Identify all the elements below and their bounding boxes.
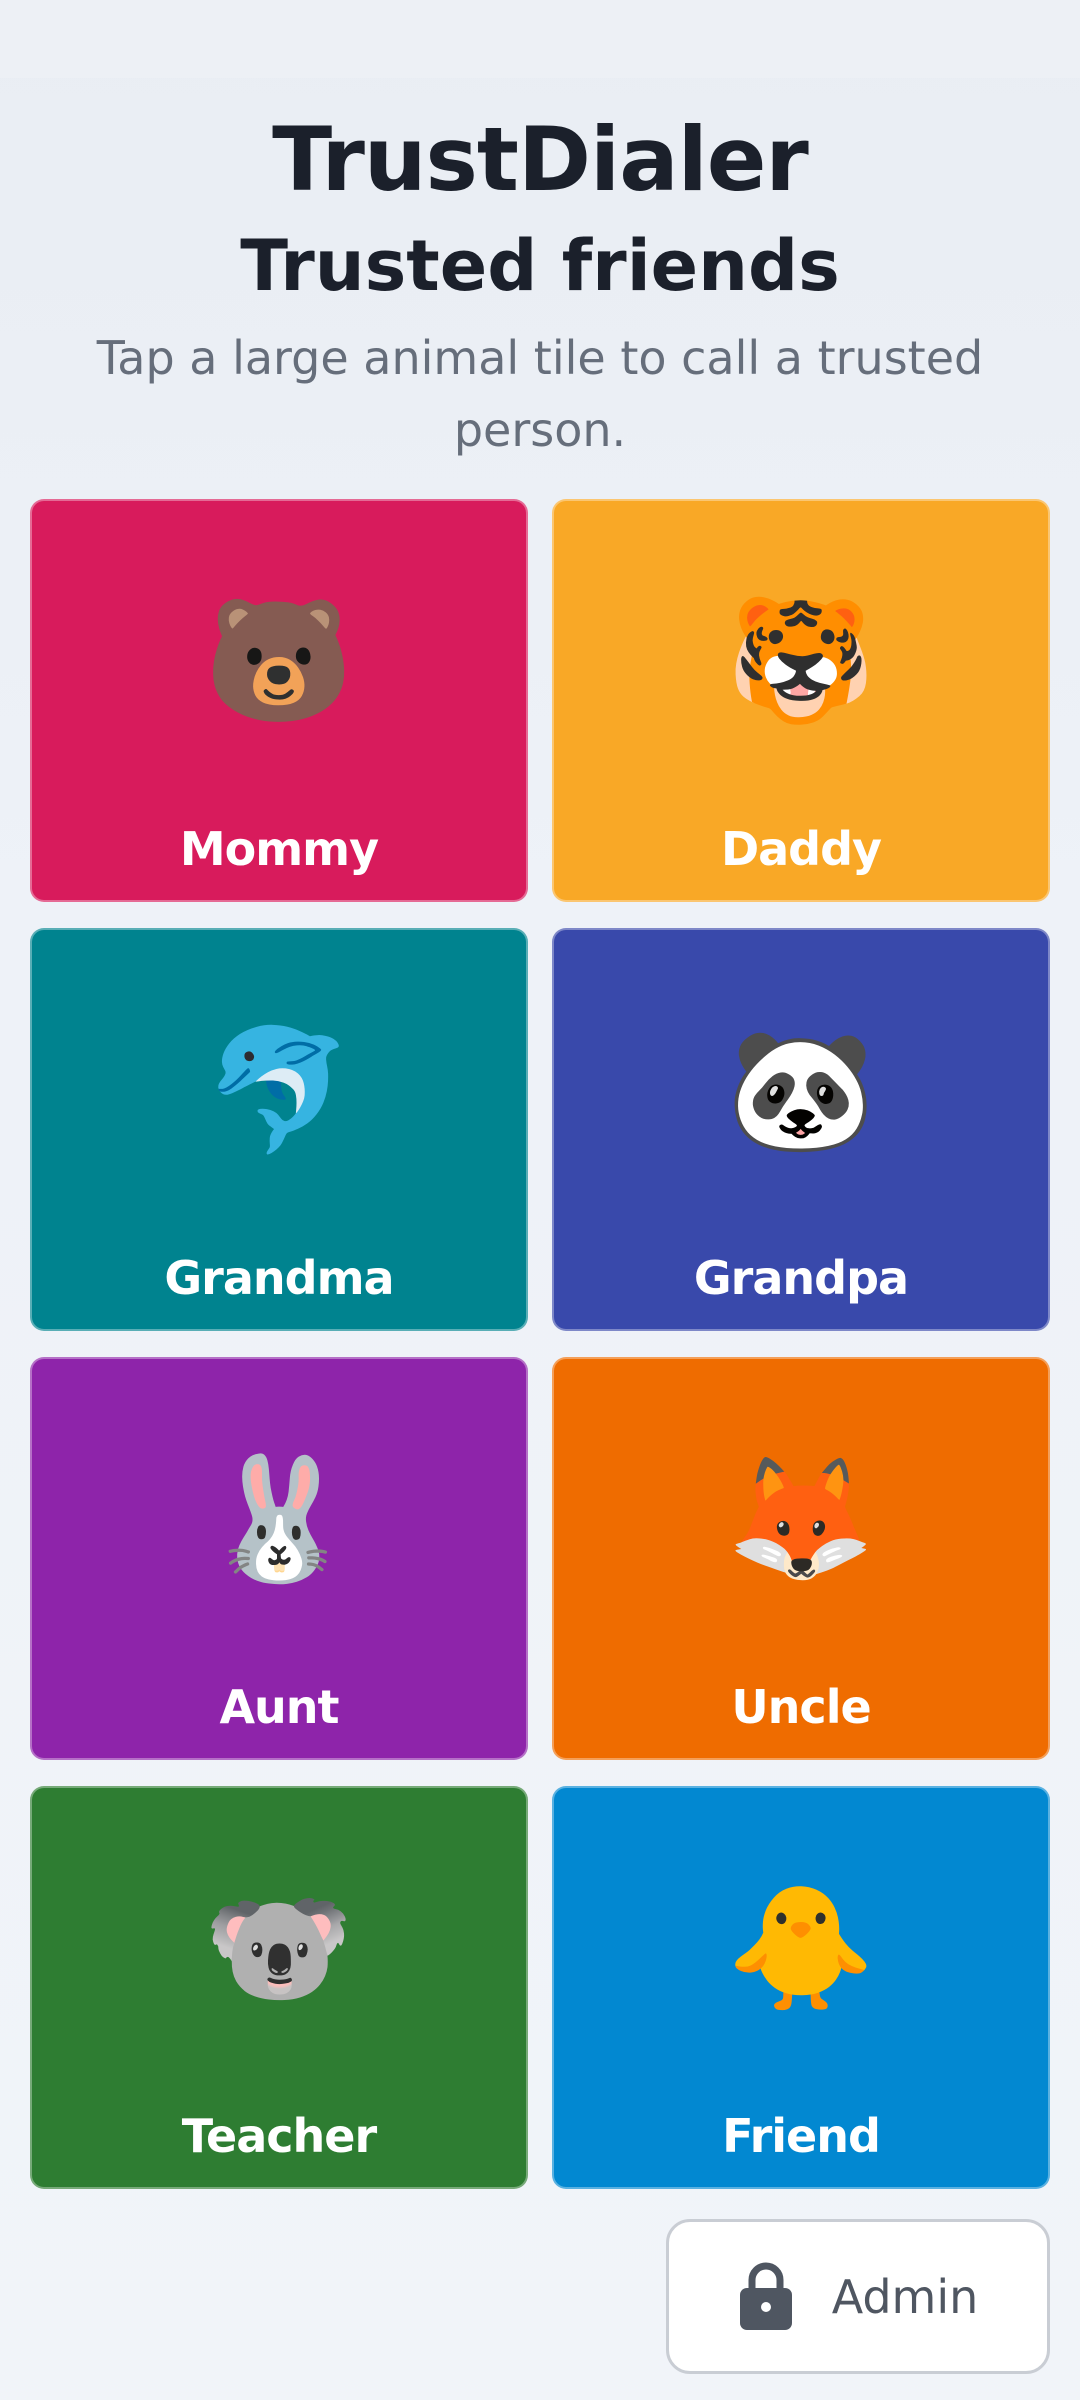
contact-tile-friend[interactable]: 🐥 Friend <box>552 1786 1050 2189</box>
fox-icon: 🦊 <box>726 1452 876 1586</box>
admin-label: Admin <box>831 2269 979 2324</box>
status-bar-area <box>0 0 1080 78</box>
contact-label: Grandma <box>164 1251 394 1305</box>
contact-tile-grandpa[interactable]: 🐼 Grandpa <box>552 928 1050 1331</box>
contact-tile-uncle[interactable]: 🦊 Uncle <box>552 1357 1050 1760</box>
contact-label: Aunt <box>219 1680 339 1734</box>
contact-tile-mommy[interactable]: 🐻 Mommy <box>30 499 528 902</box>
page-subtitle: Trusted friends <box>240 225 840 307</box>
admin-button[interactable]: Admin <box>666 2219 1050 2374</box>
contact-label: Mommy <box>179 822 379 876</box>
rabbit-icon: 🐰 <box>204 1452 354 1586</box>
chick-icon: 🐥 <box>726 1881 876 2015</box>
contact-tile-daddy[interactable]: 🐯 Daddy <box>552 499 1050 902</box>
contact-label: Uncle <box>731 1680 871 1734</box>
header: TrustDialer Trusted friends Tap a large … <box>0 100 1080 466</box>
tiger-icon: 🐯 <box>726 594 876 728</box>
instructions-text: Tap a large animal tile to call a truste… <box>96 331 984 457</box>
contact-label: Friend <box>722 2109 881 2163</box>
lock-icon <box>739 2262 792 2330</box>
contact-label: Teacher <box>181 2109 377 2163</box>
contact-label: Grandpa <box>693 1251 909 1305</box>
contact-tile-aunt[interactable]: 🐰 Aunt <box>30 1357 528 1760</box>
contact-label: Daddy <box>720 822 882 876</box>
bear-icon: 🐻 <box>204 594 354 728</box>
koala-icon: 🐨 <box>204 1881 354 2015</box>
panda-icon: 🐼 <box>726 1023 876 1157</box>
contact-grid: 🐻 Mommy 🐯 Daddy 🐬 Grandma 🐼 Grandpa 🐰 Au… <box>30 499 1050 2189</box>
dolphin-icon: 🐬 <box>204 1023 354 1157</box>
contact-tile-grandma[interactable]: 🐬 Grandma <box>30 928 528 1331</box>
app-title: TrustDialer <box>272 108 809 211</box>
contact-tile-teacher[interactable]: 🐨 Teacher <box>30 1786 528 2189</box>
